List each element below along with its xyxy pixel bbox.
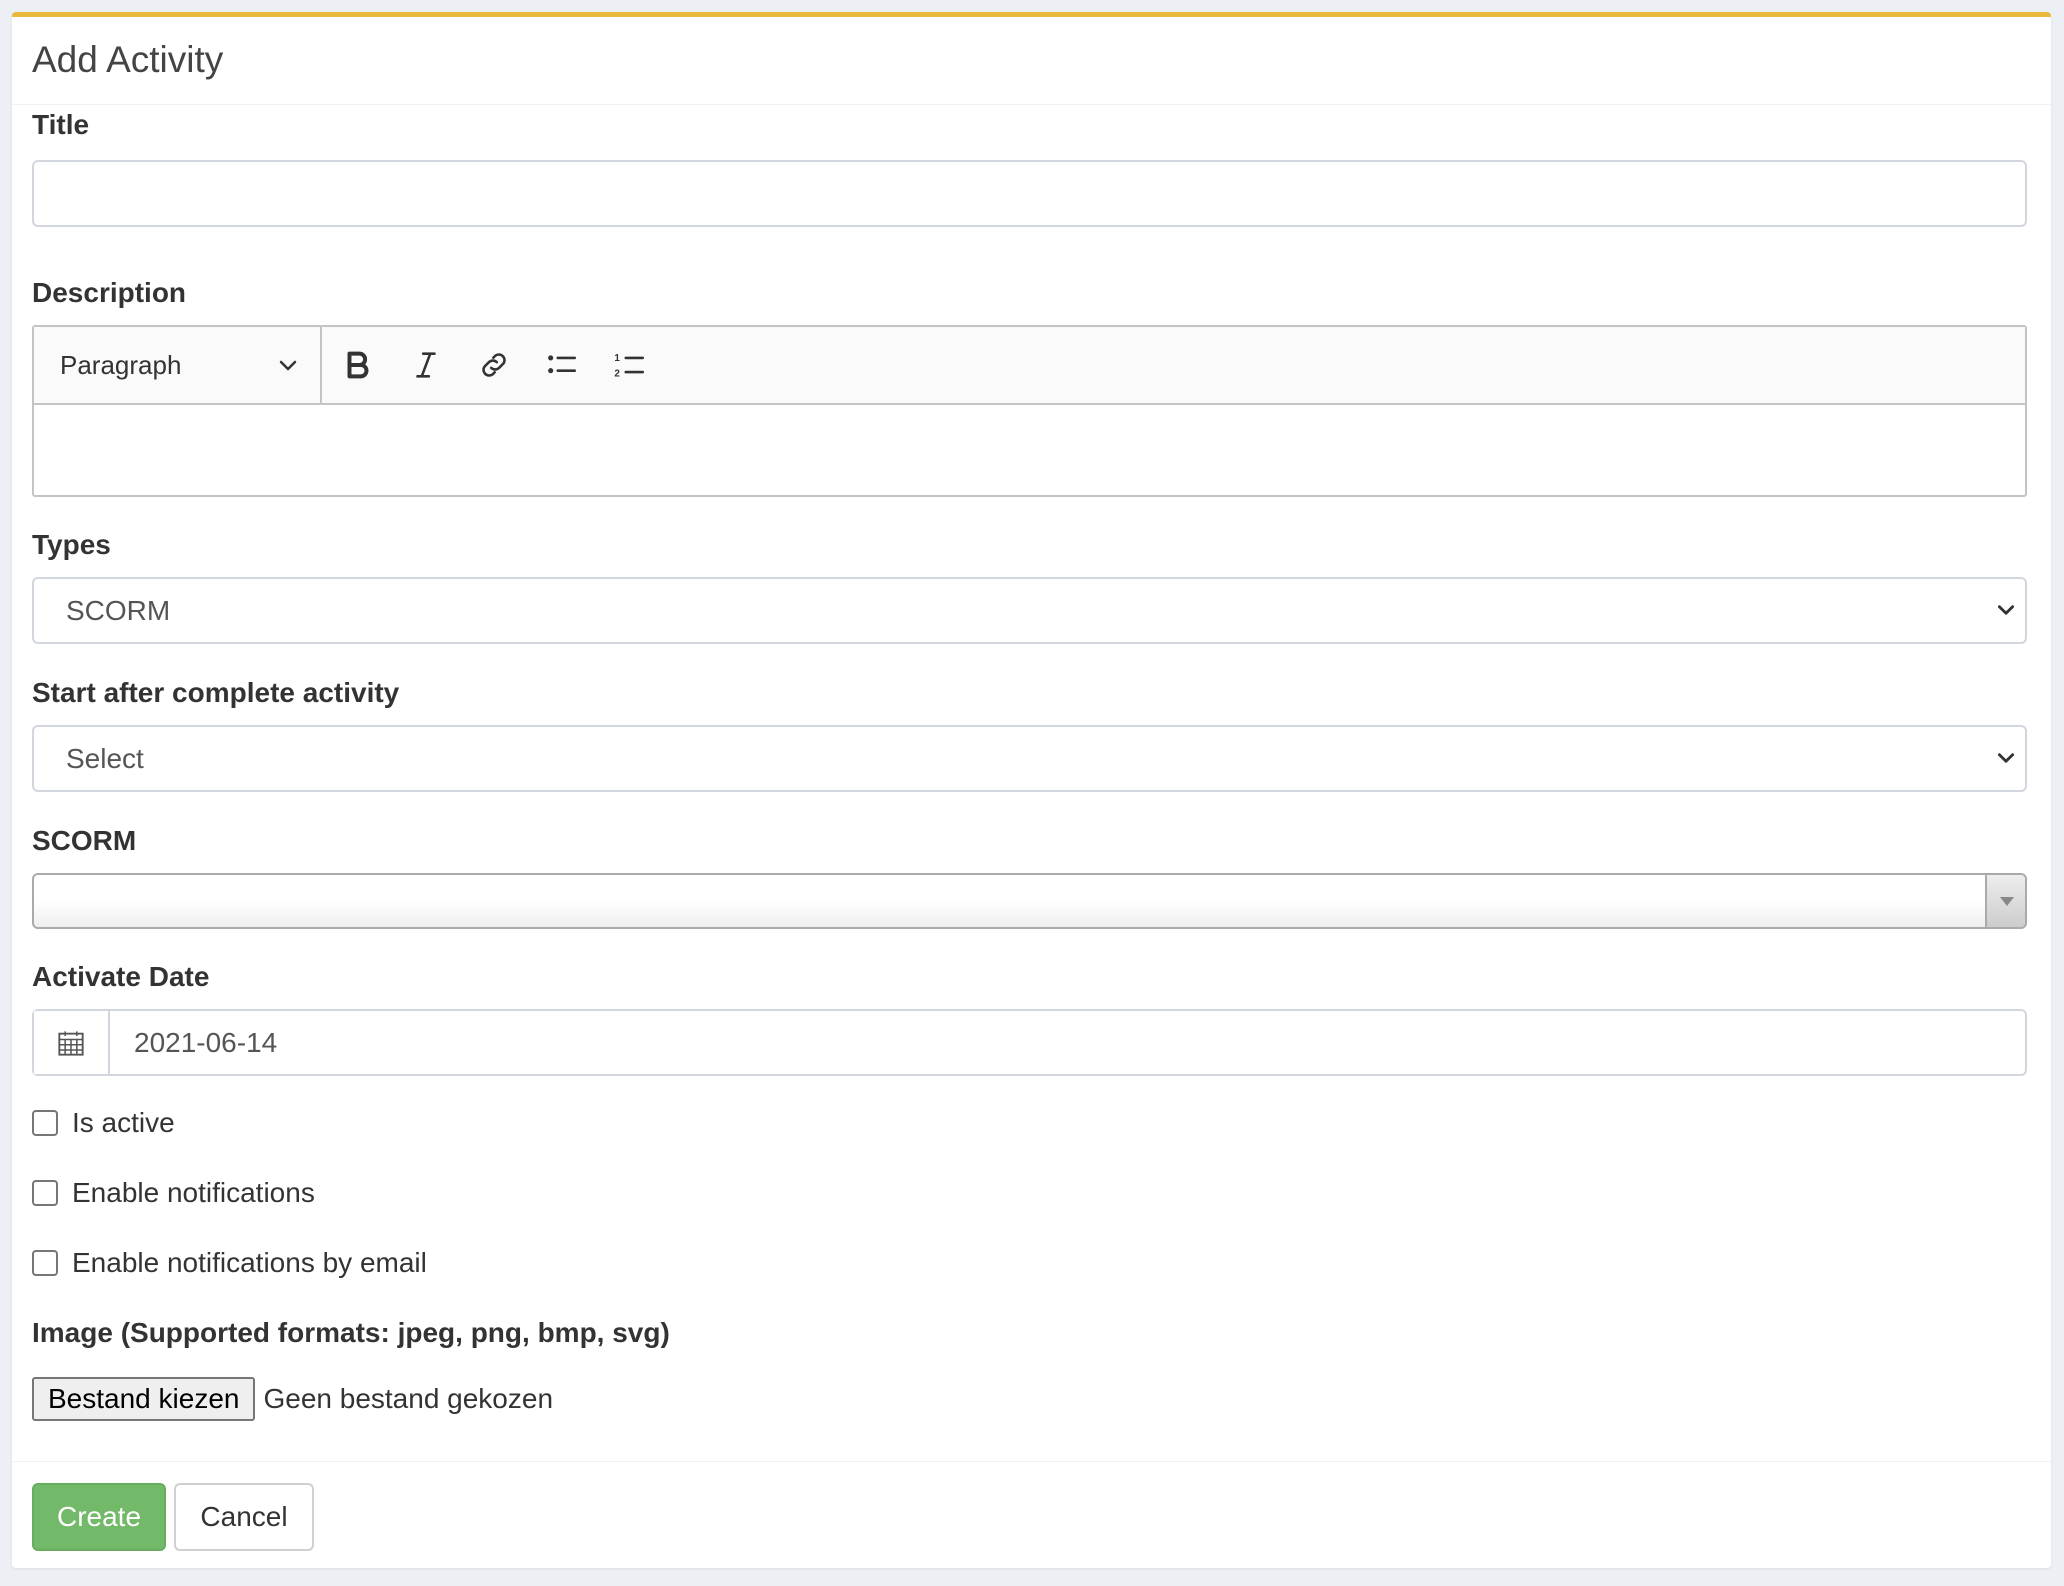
enable-notifications-row: Enable notifications <box>32 1177 315 1209</box>
heading-select-value: Paragraph <box>60 349 182 380</box>
enable-notifications-label: Enable notifications <box>72 1177 315 1208</box>
types-label: Types <box>32 529 111 560</box>
choose-file-button[interactable]: Bestand kiezen <box>32 1377 256 1421</box>
description-editor-area[interactable] <box>34 405 2025 495</box>
activate-date-label: Activate Date <box>32 961 210 992</box>
heading-select[interactable]: Paragraph <box>34 327 322 403</box>
calendar-icon <box>58 1030 84 1056</box>
bulleted-list-button[interactable] <box>528 326 596 404</box>
svg-text:2: 2 <box>614 368 620 379</box>
title-label: Title <box>32 109 90 140</box>
activate-date-group: 2021-06-14 <box>32 1009 2027 1076</box>
description-label: Description <box>32 277 187 308</box>
page-title: Add Activity <box>32 39 224 80</box>
start-after-label: Start after complete activity <box>32 677 400 708</box>
enable-email-notifications-row: Enable notifications by email <box>32 1247 427 1279</box>
start-after-select[interactable]: Select <box>32 725 2027 792</box>
scorm-label: SCORM <box>32 825 137 856</box>
image-label: Image (Supported formats: jpeg, png, bmp… <box>32 1317 670 1348</box>
italic-button[interactable] <box>392 326 460 404</box>
create-button[interactable]: Create <box>32 1483 166 1551</box>
enable-email-notifications-label: Enable notifications by email <box>72 1247 427 1278</box>
cancel-button[interactable]: Cancel <box>174 1483 314 1551</box>
enable-notifications-checkbox[interactable] <box>32 1180 58 1206</box>
is-active-row: Is active <box>32 1107 175 1139</box>
scorm-select[interactable] <box>32 873 2027 929</box>
editor-toolbar: Paragraph 12 <box>34 327 2025 405</box>
numbered-list-icon: 12 <box>614 353 645 379</box>
is-active-label: Is active <box>72 1107 175 1138</box>
bulleted-list-icon <box>548 355 577 374</box>
types-select[interactable]: SCORM <box>32 577 2027 644</box>
description-editor: Paragraph 12 <box>32 325 2027 497</box>
link-button[interactable] <box>460 326 528 404</box>
start-after-select-value: Select <box>66 742 144 774</box>
dropdown-arrow-icon[interactable] <box>1985 875 2025 927</box>
chevron-down-icon <box>279 360 297 371</box>
italic-icon <box>416 352 436 378</box>
svg-text:1: 1 <box>614 353 620 364</box>
link-icon <box>482 353 506 377</box>
chevron-down-icon <box>1997 753 2015 763</box>
calendar-addon[interactable] <box>34 1011 110 1074</box>
types-select-value: SCORM <box>66 594 171 626</box>
add-activity-card: Add Activity Title Description Paragraph <box>12 12 2051 1568</box>
card-footer: Create Cancel <box>12 1461 2051 1571</box>
chevron-down-icon <box>1997 605 2015 615</box>
numbered-list-button[interactable]: 12 <box>596 326 664 404</box>
file-status-text: Geen bestand gekozen <box>263 1383 554 1414</box>
image-file-input: Bestand kiezen Geen bestand gekozen <box>32 1377 553 1421</box>
bold-icon <box>347 351 369 379</box>
title-input[interactable] <box>32 160 2027 227</box>
activate-date-input[interactable]: 2021-06-14 <box>110 1011 2025 1074</box>
enable-email-notifications-checkbox[interactable] <box>32 1250 58 1276</box>
bold-button[interactable] <box>324 326 392 404</box>
card-header: Add Activity <box>12 17 2051 105</box>
is-active-checkbox[interactable] <box>32 1110 58 1136</box>
